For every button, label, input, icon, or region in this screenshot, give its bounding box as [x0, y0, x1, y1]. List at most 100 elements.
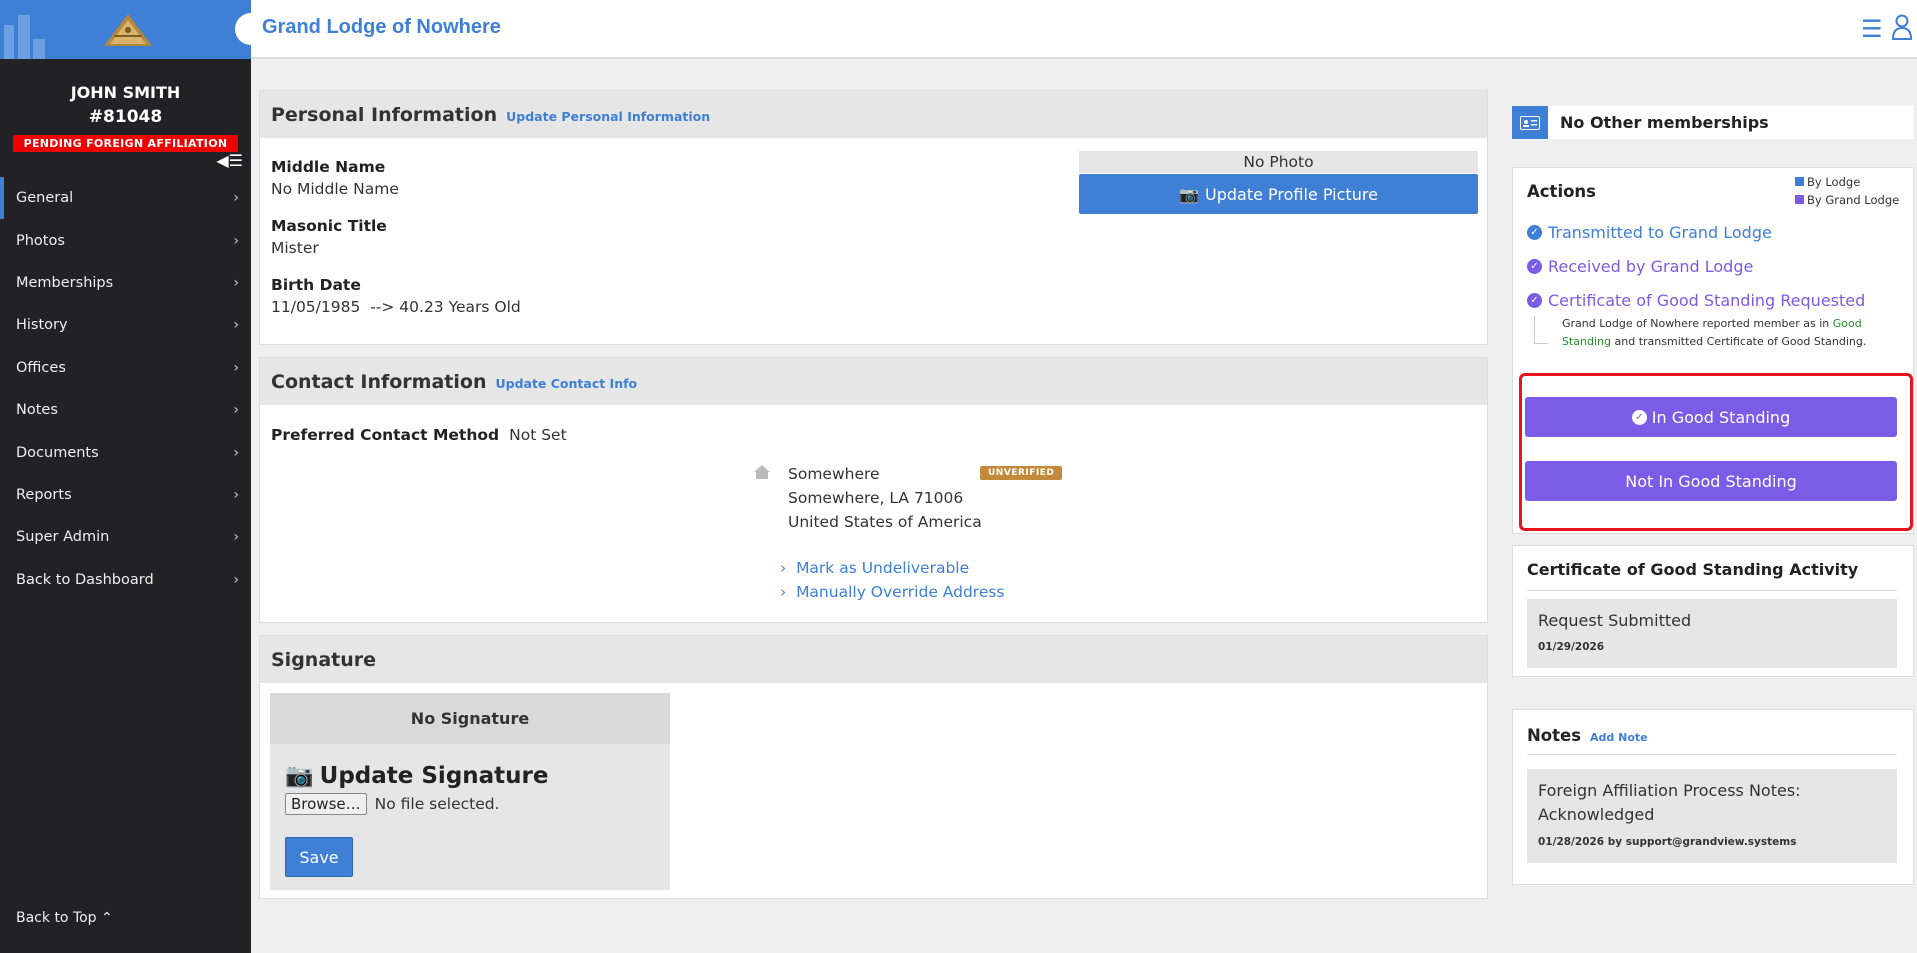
chevron-right-icon: ›	[233, 486, 239, 503]
chevron-right-icon: ›	[233, 359, 239, 376]
update-signature-label: Update Signature	[319, 762, 549, 789]
actions-legend: By Lodge By Grand Lodge	[1795, 173, 1899, 209]
status-badge: PENDING FOREIGN AFFILIATION	[12, 135, 239, 152]
note-meta: 01/28/2026 by support@grandview.systems	[1538, 836, 1797, 848]
sidebar-item-label: Photos	[16, 232, 65, 249]
no-file-selected-text: No file selected.	[374, 795, 500, 813]
actions-card: Actions By Lodge By Grand Lodge ✓ Transmi…	[1512, 167, 1914, 534]
note-text: Foreign Affiliation Process Notes: Ackno…	[1538, 781, 1801, 824]
actions-heading: Actions	[1527, 182, 1596, 201]
address-line-1: Somewhere	[788, 465, 880, 483]
notes-heading: Notes	[1527, 726, 1582, 745]
update-profile-picture-label: Update Profile Picture	[1205, 184, 1378, 204]
chevron-right-icon: ›	[780, 559, 787, 577]
in-good-standing-label: In Good Standing	[1651, 407, 1791, 427]
sidebar-item-label: General	[16, 190, 74, 207]
sidebar: JOHN SMITH #81048 PENDING FOREIGN AFFILI…	[0, 0, 251, 953]
check-circle-icon: ✓	[1527, 259, 1542, 274]
id-card-icon	[1512, 106, 1548, 139]
collapse-sidebar-icon[interactable]: ◀☰	[216, 151, 243, 170]
sidebar-item-label: Super Admin	[16, 529, 110, 546]
sidebar-item-memberships[interactable]: Memberships ›	[0, 262, 251, 304]
action-label: Certificate of Good Standing Requested	[1548, 291, 1866, 310]
sidebar-item-notes[interactable]: Notes ›	[0, 389, 251, 431]
contact-info-heading: Contact Information	[271, 370, 487, 393]
sidebar-item-label: Back to Dashboard	[16, 571, 154, 588]
personal-info-heading: Personal Information	[271, 103, 498, 126]
override-address-label: Manually Override Address	[796, 583, 1005, 601]
sidebar-item-super-admin[interactable]: Super Admin ›	[0, 516, 251, 558]
preferred-contact-value: Not Set	[509, 426, 567, 444]
chevron-right-icon: ›	[780, 583, 787, 601]
sidebar-item-label: Documents	[16, 444, 99, 461]
back-to-top-link[interactable]: Back to Top ⌃	[16, 910, 113, 926]
lodge-logo	[104, 14, 152, 46]
save-signature-button[interactable]: Save	[285, 837, 353, 877]
sidebar-nav: General › Photos › Memberships › History › O…	[0, 177, 251, 601]
sidebar-item-offices[interactable]: Offices ›	[0, 347, 251, 389]
address-line-2: Somewhere, LA 71006	[788, 489, 964, 507]
action-cogs-requested: ✓ Certificate of Good Standing Requested	[1527, 291, 1865, 310]
update-profile-picture-button[interactable]: 📷 Update Profile Picture	[1079, 174, 1478, 214]
signature-heading: Signature	[271, 648, 377, 671]
standing-text: Standing	[1562, 335, 1612, 348]
browse-file-button[interactable]: Browse…	[285, 793, 367, 815]
birth-date-value: 11/05/1985 --> 40.23 Years Old	[271, 298, 521, 316]
middle-name-value: No Middle Name	[271, 180, 399, 198]
legend-lodge-swatch	[1795, 177, 1804, 186]
override-address-link[interactable]: › Manually Override Address	[780, 583, 1005, 601]
brand-banner	[0, 0, 251, 59]
legend-grand-lodge-swatch	[1795, 195, 1804, 204]
action-note-text-2: and transmitted Certificate of Good Stan…	[1611, 335, 1867, 348]
signature-header: Signature	[260, 636, 1487, 683]
sidebar-item-reports[interactable]: Reports ›	[0, 474, 251, 516]
signature-box: No Signature 📷 Update Signature Browse… N…	[270, 693, 670, 890]
action-label: Transmitted to Grand Lodge	[1548, 223, 1772, 242]
cogs-activity-heading: Certificate of Good Standing Activity	[1527, 560, 1859, 579]
note-item: Foreign Affiliation Process Notes: Ackno…	[1527, 769, 1897, 863]
personal-info-header: Personal Information Update Personal Inf…	[260, 91, 1487, 138]
update-personal-info-link[interactable]: Update Personal Information	[506, 109, 710, 124]
address-line-3: United States of America	[788, 513, 982, 531]
sidebar-item-label: Memberships	[16, 274, 114, 291]
no-other-memberships-label: No Other memberships	[1549, 106, 1914, 139]
chevron-right-icon: ›	[233, 529, 239, 546]
check-circle-icon: ✓	[1527, 225, 1542, 240]
masonic-title-value: Mister	[271, 239, 319, 257]
camera-icon: 📷	[1179, 184, 1200, 204]
member-name: JOHN SMITH	[70, 83, 181, 102]
sidebar-item-history[interactable]: History ›	[0, 304, 251, 346]
sidebar-item-documents[interactable]: Documents ›	[0, 431, 251, 473]
in-good-standing-button[interactable]: ✓ In Good Standing	[1525, 397, 1897, 437]
action-note-text: Grand Lodge of Nowhere reported member a…	[1562, 317, 1833, 330]
page-title[interactable]: Grand Lodge of Nowhere	[262, 16, 501, 39]
action-received: ✓ Received by Grand Lodge	[1527, 257, 1753, 276]
check-circle-icon: ✓	[1527, 293, 1542, 308]
check-circle-icon: ✓	[1631, 409, 1647, 425]
top-bar: Grand Lodge of Nowhere ☰	[235, 0, 1917, 59]
mark-undeliverable-label: Mark as Undeliverable	[796, 559, 970, 577]
activity-date: 01/29/2026	[1538, 641, 1605, 653]
legend-grand-lodge-label: By Grand Lodge	[1807, 193, 1900, 207]
action-transmitted: ✓ Transmitted to Grand Lodge	[1527, 223, 1772, 242]
preferred-contact-label: Preferred Contact Method	[271, 426, 500, 444]
chevron-right-icon: ›	[233, 190, 239, 207]
menu-icon[interactable]: ☰	[1861, 15, 1883, 43]
update-contact-info-link[interactable]: Update Contact Info	[495, 376, 637, 391]
sidebar-item-photos[interactable]: Photos ›	[0, 219, 251, 261]
contact-info-panel: Contact Information Update Contact Info …	[259, 357, 1488, 623]
chevron-right-icon: ›	[233, 232, 239, 249]
sidebar-item-general[interactable]: General ›	[0, 177, 251, 220]
not-in-good-standing-button[interactable]: Not In Good Standing	[1525, 461, 1897, 501]
mark-undeliverable-link[interactable]: › Mark as Undeliverable	[780, 559, 969, 577]
action-label: Received by Grand Lodge	[1548, 257, 1754, 276]
sidebar-item-back-to-dashboard[interactable]: Back to Dashboard ›	[0, 559, 251, 601]
chevron-right-icon: ›	[233, 274, 239, 291]
no-photo-box: No Photo	[1079, 151, 1478, 173]
no-signature-label: No Signature	[270, 693, 670, 744]
add-note-link[interactable]: Add Note	[1590, 731, 1648, 744]
personal-info-panel: Personal Information Update Personal Inf…	[259, 90, 1488, 345]
legend-lodge-label: By Lodge	[1807, 175, 1861, 189]
middle-name-label: Middle Name	[271, 158, 386, 176]
user-icon[interactable]	[1891, 14, 1913, 40]
